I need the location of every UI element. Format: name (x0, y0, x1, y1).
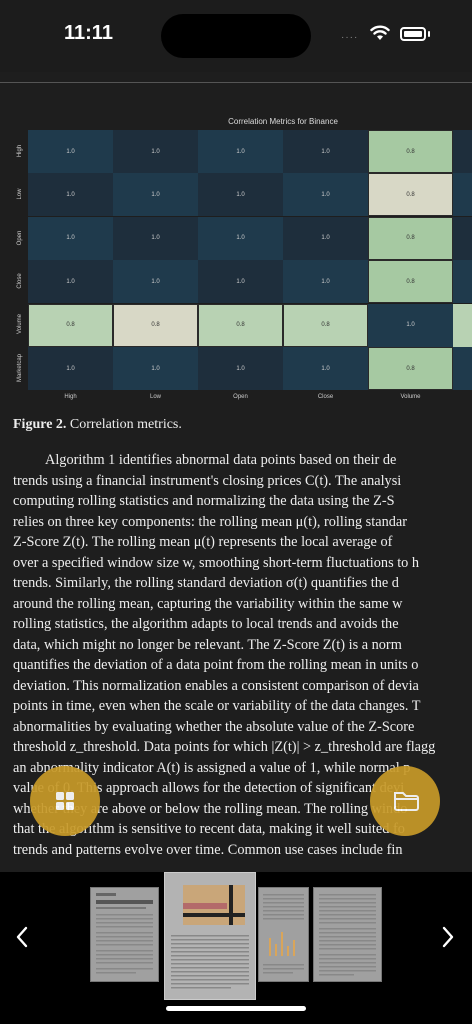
heatmap-column-label: Low (149, 394, 162, 401)
thumbnail-content (171, 885, 249, 989)
heatmap-row-label: High (17, 144, 23, 157)
heatmap-row-label: Volume (17, 314, 23, 335)
chevron-left-icon[interactable] (12, 922, 32, 952)
heatmap-cell-clipped (453, 347, 472, 390)
text-line: points in time, even when the scale or v… (13, 698, 421, 714)
heatmap-column-label: Volume (400, 394, 421, 401)
signal-icon: ···· (341, 32, 359, 43)
home-indicator (166, 1006, 306, 1011)
heatmap-cell: 1.0 (283, 173, 368, 217)
heatmap-cell-clipped (453, 303, 472, 347)
heatmap-cell: 1.0 (283, 130, 368, 173)
text-line: trends. Similarly, the rolling standard … (13, 575, 399, 591)
thumbnail-content (96, 893, 153, 974)
text-line: relies on three key components: the roll… (13, 513, 407, 530)
thumbnail-content (263, 894, 304, 974)
status-bar: 11:11 ···· (0, 0, 472, 72)
heatmap-cell: 0.8 (368, 347, 453, 390)
heatmap-cell: 0.8 (198, 303, 283, 347)
heatmap-row-label: Close (17, 273, 23, 289)
page-thumbnail-current[interactable] (164, 872, 256, 1000)
heatmap-cell: 1.0 (113, 130, 198, 173)
grid-view-button[interactable] (30, 766, 100, 836)
heatmap-cell: 0.8 (113, 303, 198, 347)
text-line: around the rolling mean, capturing the v… (13, 595, 403, 612)
page-thumbnail[interactable] (313, 887, 382, 982)
heatmap-cell: 1.0 (28, 173, 113, 217)
heatmap-cell: 0.8 (368, 173, 453, 217)
heatmap-row-label: Open (17, 230, 23, 245)
heatmap-cell: 0.8 (283, 303, 368, 347)
heatmap-cell: 0.8 (368, 130, 453, 173)
heatmap-cell: 1.0 (28, 347, 113, 390)
heatmap-cell: 1.0 (198, 130, 283, 173)
heatmap-cell-clipped (453, 216, 472, 260)
text-line: abnormalities by evaluating whether the … (13, 718, 415, 735)
battery-nub (428, 31, 430, 37)
heatmap-cell: 1.0 (283, 216, 368, 260)
heatmap-cell: 1.0 (28, 130, 113, 173)
text-line: quantifies the deviation of a data point… (13, 657, 419, 673)
heatmap-cell: 1.0 (368, 303, 453, 347)
heatmap-cell: 1.0 (28, 260, 113, 304)
heatmap-cell: 1.0 (198, 260, 283, 304)
heatmap-cell: 1.0 (198, 173, 283, 217)
page-divider (0, 82, 472, 83)
text-line: over a specified window size w, smoothin… (13, 554, 420, 571)
heatmap-column-label: Open (233, 394, 248, 401)
heatmap-column-label: High (64, 394, 77, 401)
thumbnail-content (319, 894, 376, 976)
chart-title: Correlation Metrics for Binance (228, 117, 338, 126)
heatmap-row-label: Marketcap (17, 353, 23, 382)
battery-icon (400, 27, 426, 41)
text-line: trends using a financial instrument's cl… (13, 472, 402, 489)
heatmap-cell: 1.0 (283, 347, 368, 390)
heatmap-cell: 0.8 (28, 303, 113, 347)
text-line: Algorithm 1 identifies abnormal data poi… (45, 452, 397, 468)
heatmap-cell: 0.8 (368, 260, 453, 304)
text-line: rolling statistics, the algorithm adapts… (13, 616, 399, 632)
document-page[interactable]: Correlation Metrics for Binance 1.0 1.0 1.… (0, 72, 472, 872)
caption-label: Figure 2. (13, 417, 67, 432)
text-line: threshold z_threshold. Data points for w… (13, 739, 436, 755)
page-thumbnail-strip (0, 872, 472, 1024)
heatmap-cell: 1.0 (28, 216, 113, 260)
heatmap-cell: 1.0 (198, 216, 283, 260)
figure-caption: Figure 2. Correlation metrics. (13, 417, 182, 433)
heatmap-cell-clipped (453, 130, 472, 173)
grid-icon (56, 792, 74, 810)
text-line: Z-Score Z(t). The rolling mean μ(t) repr… (13, 534, 393, 550)
heatmap-cell: 1.0 (198, 347, 283, 390)
heatmap-cell: 1.0 (113, 173, 198, 217)
heatmap-cell: 1.0 (113, 216, 198, 260)
chevron-right-icon[interactable] (438, 922, 458, 952)
wifi-icon (370, 25, 390, 40)
heatmap-row-label: Low (17, 188, 23, 200)
text-line: data, which might no longer be relevant.… (13, 636, 402, 653)
heatmap-column-label: Close (317, 394, 334, 401)
status-time: 11:11 (64, 22, 113, 44)
folder-button[interactable] (370, 766, 440, 836)
heatmap-cell: 1.0 (113, 347, 198, 390)
page-thumbnail[interactable] (258, 887, 309, 982)
dynamic-island (161, 14, 311, 58)
page-thumbnail[interactable] (90, 887, 159, 982)
text-line: trends and patterns evolve over time. Co… (13, 841, 403, 858)
text-line: computing rolling statistics and normali… (13, 493, 395, 509)
heatmap-cell-clipped (453, 260, 472, 304)
heatmap-cell: 1.0 (283, 260, 368, 304)
heatmap-cell: 1.0 (113, 260, 198, 304)
heatmap-cell-clipped (453, 173, 472, 217)
text-line: deviation. This normalization enables a … (13, 677, 419, 694)
folder-icon (394, 792, 419, 811)
caption-text: Correlation metrics. (66, 417, 182, 432)
heatmap-cell: 0.8 (368, 216, 453, 260)
